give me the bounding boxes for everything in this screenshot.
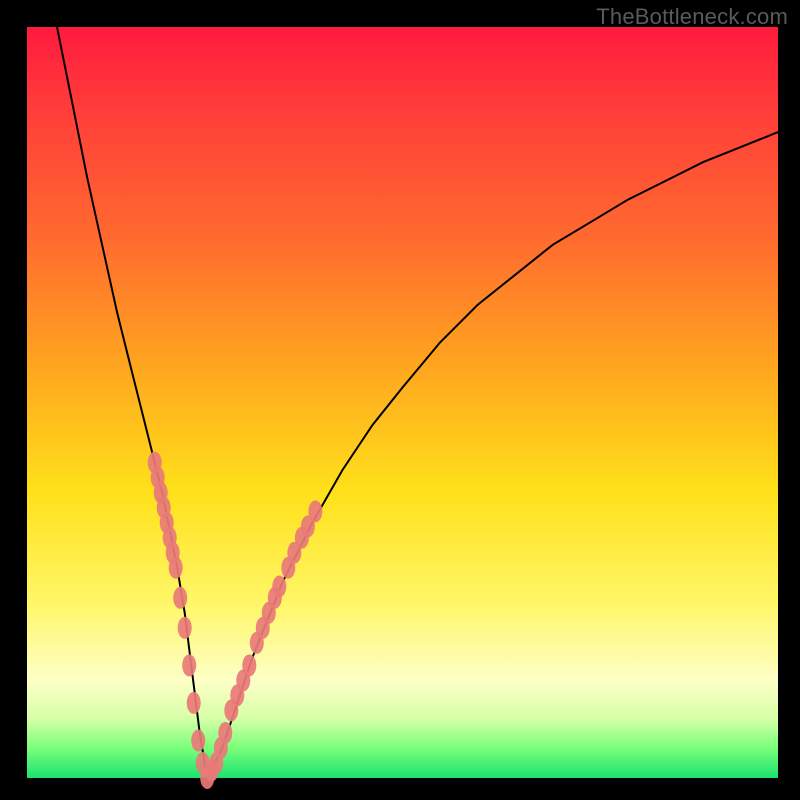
highlight-dot bbox=[308, 500, 322, 522]
highlight-dot bbox=[218, 722, 232, 744]
bottleneck-curve bbox=[57, 27, 778, 778]
highlight-dot bbox=[173, 587, 187, 609]
highlight-dots-group bbox=[148, 452, 323, 789]
watermark-text: TheBottleneck.com bbox=[596, 4, 788, 30]
highlight-dot bbox=[272, 576, 286, 598]
highlight-dot bbox=[187, 692, 201, 714]
highlight-dot bbox=[169, 557, 183, 579]
highlight-dot bbox=[242, 654, 256, 676]
plot-area bbox=[27, 27, 778, 778]
highlight-dot bbox=[178, 617, 192, 639]
highlight-dot bbox=[191, 730, 205, 752]
chart-svg bbox=[27, 27, 778, 778]
highlight-dot bbox=[182, 654, 196, 676]
outer-frame: TheBottleneck.com bbox=[0, 0, 800, 800]
